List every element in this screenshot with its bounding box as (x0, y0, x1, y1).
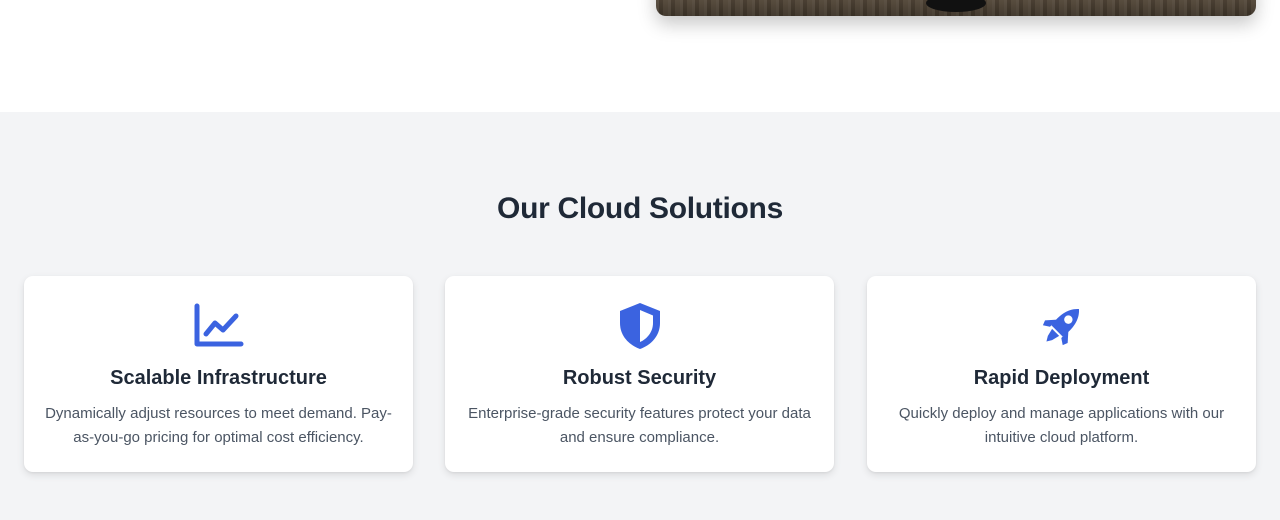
section-title: Our Cloud Solutions (497, 192, 783, 225)
card-title: Rapid Deployment (973, 367, 1150, 389)
hero-image (656, 0, 1256, 16)
solution-card-robust-security: Robust Security Enterprise-grade securit… (445, 276, 834, 472)
rocket-icon (1036, 300, 1088, 352)
cloud-solutions-section: Our Cloud Solutions Scalable Infrastruct… (0, 112, 1280, 520)
card-title: Robust Security (562, 367, 717, 389)
shield-icon (614, 300, 666, 352)
card-description: Quickly deploy and manage applications w… (898, 405, 1225, 446)
solution-card-scalable-infrastructure: Scalable Infrastructure Dynamically adju… (24, 276, 413, 472)
card-title: Scalable Infrastructure (110, 367, 327, 389)
card-description: Dynamically adjust resources to meet dem… (45, 405, 392, 446)
hero-section (0, 0, 1280, 112)
chart-line-icon (193, 300, 245, 352)
solution-card-rapid-deployment: Rapid Deployment Quickly deploy and mana… (867, 276, 1256, 472)
card-description: Enterprise-grade security features prote… (468, 405, 811, 446)
